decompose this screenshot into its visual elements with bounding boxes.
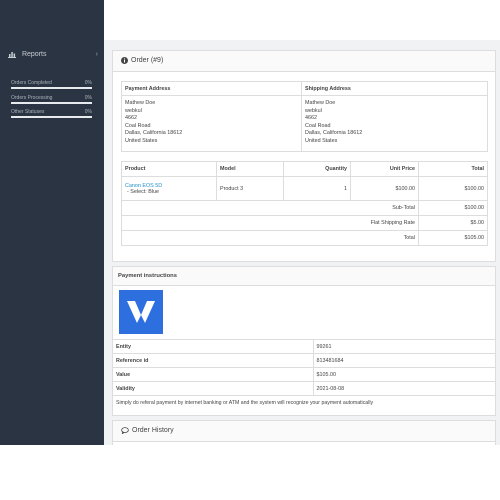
main-content: Order (#9) Payment Address Shipping Addr… [104,40,500,462]
table-row: Reference id 813481684 [113,353,495,368]
address-line: Dallas, California 18612 [305,130,363,136]
address-line: webkul [125,107,142,114]
address-line: United States [125,137,158,144]
comment-icon [121,427,129,434]
order-panel: Order (#9) Payment Address Shipping Addr… [112,50,496,262]
stat-orders-processing: Orders Processing 0% [11,95,92,104]
address-line: Dallas, California 18612 [125,130,183,136]
payment-address: Mathew Doe webkul 4662 Coal Road Dallas,… [121,95,302,152]
totals-row: Total $105.00 [121,230,488,246]
totals-row: Flat Shipping Rate $5.00 [121,215,488,231]
order-history-title: Order History [132,427,174,434]
sidebar-item-reports[interactable]: Reports › [8,50,98,60]
address-line: webkul [305,107,322,114]
address-line: Coal Road [305,122,331,129]
totals-row: Sub-Total $100.00 [121,200,488,216]
product-option: - Select: Blue [127,188,160,195]
address-line: 4662 [305,115,317,121]
info-icon [121,57,128,64]
col-unit-price: Unit Price [350,161,419,177]
product-table: Product Model Quantity Unit Price Total … [121,161,488,246]
payment-label: Reference id [113,353,314,368]
totals-value: $100.00 [418,200,488,216]
payment-instructions-panel: Payment instructions Entity 99261 Refere… [112,266,496,416]
payment-label: Value [113,367,314,382]
payment-value: 99261 [312,339,495,354]
table-row: Canon EOS 5D - Select: Blue Product 3 1 … [121,176,488,201]
payment-address-header: Payment Address [121,81,302,96]
payment-logo [119,290,163,334]
stat-value: 0% [84,109,92,115]
table-row: Validity 2021-08-08 [113,381,495,396]
stat-label: Other Statuses [11,109,45,115]
col-quantity: Quantity [283,161,351,177]
col-model: Model [216,161,284,177]
order-history-header[interactable]: Order History [113,421,495,442]
order-panel-header: Order (#9) [113,51,495,72]
progress-bar [11,87,92,89]
totals-value: $5.00 [418,215,488,231]
payment-panel-header: Payment instructions [113,267,495,286]
order-title: Order (#9) [131,57,164,64]
progress-bar [11,102,92,104]
stat-value: 0% [84,95,92,101]
stat-other-statuses: Other Statuses 0% [11,109,92,118]
address-line: 4662 [125,115,137,121]
totals-value: $105.00 [418,230,488,246]
model-cell: Product 3 [216,176,284,201]
sidebar-item-label: Reports [21,51,47,58]
totals-label: Flat Shipping Rate [121,215,419,231]
payment-value: $105.00 [312,367,495,382]
address-line: Mathew Doe [305,100,336,106]
address-table: Payment Address Shipping Address Mathew … [121,81,488,152]
bar-chart-icon [8,51,16,58]
address-line: United States [305,137,338,144]
payment-value: 813481684 [312,353,495,368]
payment-label: Validity [113,381,314,396]
table-row: Simply do referal payment by internet ba… [113,395,495,410]
table-row: Entity 99261 [113,339,495,354]
stat-label: Orders Processing [11,95,53,101]
unit-price-cell: $100.00 [350,176,419,201]
product-cell: Canon EOS 5D - Select: Blue [121,176,217,201]
address-line: Mathew Doe [125,100,156,106]
page-bottom [0,445,500,500]
stat-value: 0% [84,80,92,86]
payment-table: Entity 99261 Reference id 813481684 Valu… [113,339,495,410]
sidebar: Reports › Orders Completed 0% Orders Pro… [0,0,104,445]
totals-label: Total [121,230,419,246]
address-line: Coal Road [125,122,151,129]
payment-value: 2021-08-08 [312,381,495,396]
quantity-cell: 1 [283,176,351,201]
payment-label: Entity [113,339,314,354]
total-cell: $100.00 [418,176,488,201]
col-total: Total [418,161,488,177]
chevron-right-icon: › [95,51,98,58]
shipping-address-header: Shipping Address [301,81,488,96]
progress-bar [11,116,92,118]
totals-label: Sub-Total [121,200,419,216]
stat-label: Orders Completed [11,80,52,86]
product-link[interactable]: Canon EOS 5D [125,183,162,189]
payment-title: Payment instructions [118,273,177,279]
payment-note: Simply do referal payment by internet ba… [113,395,495,410]
stat-orders-completed: Orders Completed 0% [11,80,92,89]
shipping-address: Mathew Doe webkul 4662 Coal Road Dallas,… [301,95,488,152]
table-row: Value $105.00 [113,367,495,382]
col-product: Product [121,161,217,177]
